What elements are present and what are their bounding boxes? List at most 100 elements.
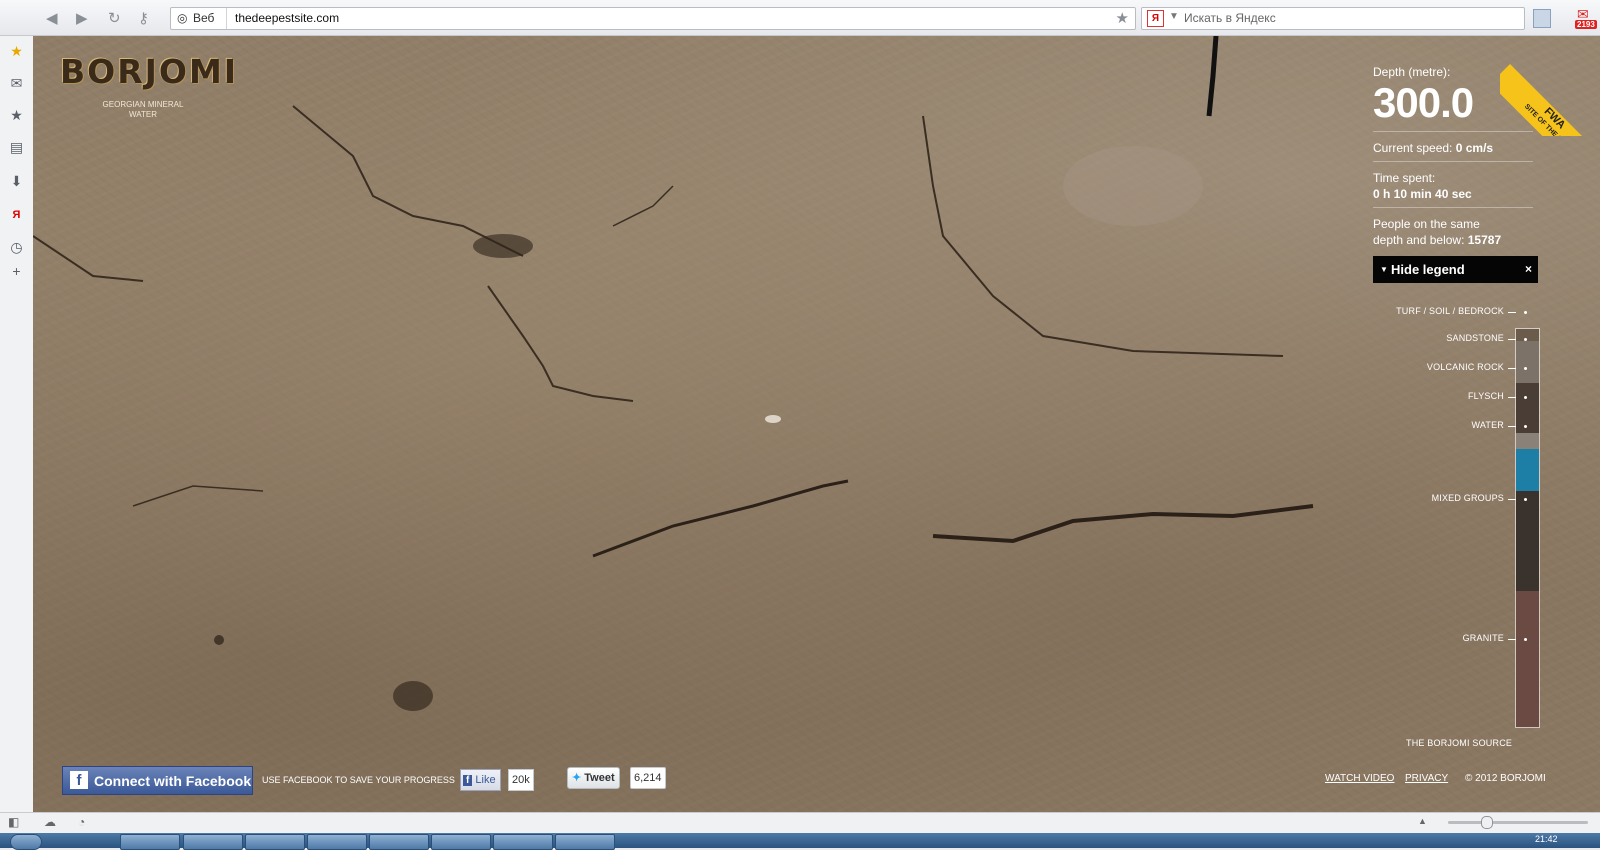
strata-marker (1524, 425, 1527, 428)
browser-sidebar: ★ ✉ ★ ▤ ⬇ Я ◷ + (0, 36, 34, 812)
logo-subtitle: GEORGIAN MINERAL WATER (102, 100, 184, 119)
url-separator (226, 8, 227, 29)
strata-marker (1524, 498, 1527, 501)
tweet-label: Tweet (584, 772, 615, 784)
taskbar-clock: 21:42 (1535, 834, 1558, 844)
strata-layer-water[interactable] (1516, 449, 1539, 491)
address-bar[interactable]: ◎ Веб thedeepestsite.com ★ (170, 7, 1136, 30)
facebook-hint: USE FACEBOOK TO SAVE YOUR PROGRESS (262, 775, 455, 785)
strata-label[interactable]: VOLCANIC ROCK (1427, 362, 1504, 372)
sidebar-toggle-icon[interactable]: ◧ (8, 815, 19, 829)
connect-facebook-button[interactable]: f Connect with Facebook (62, 766, 253, 795)
hide-legend-button[interactable]: ▼ Hide legend × (1373, 256, 1538, 283)
borjomi-source-label: THE BORJOMI SOURCE (1406, 738, 1513, 748)
strata-layer-flysch[interactable] (1516, 433, 1539, 449)
speed-value: 0 cm/s (1455, 141, 1494, 155)
connect-facebook-label: Connect with Facebook (94, 773, 252, 789)
zoom-slider-knob[interactable] (1481, 816, 1493, 829)
key-icon[interactable]: ⚷ (138, 9, 149, 27)
like-count: 20k (508, 769, 534, 791)
strata-label[interactable]: TURF / SOIL / BEDROCK (1396, 306, 1504, 316)
strata-tick (1508, 639, 1516, 640)
strata-label[interactable]: FLYSCH (1468, 391, 1504, 401)
strata-marker (1524, 367, 1527, 370)
strata-layer-turf-soil-bedrock[interactable] (1516, 329, 1539, 341)
strata-tick (1508, 499, 1516, 500)
tweet-button[interactable]: ✦ Tweet (567, 767, 620, 789)
strata-layer-granite[interactable] (1516, 591, 1539, 727)
add-icon[interactable]: + (9, 264, 24, 279)
time-label: Time spent: (1373, 171, 1436, 185)
borjomi-logo[interactable]: BORJOMI (60, 52, 238, 91)
rock-texture (33, 36, 1314, 711)
depth-value: 300.0 (1373, 79, 1474, 126)
strata-marker (1524, 638, 1527, 641)
chevron-down-icon[interactable]: ▼ (1169, 11, 1179, 22)
depth-label: Depth (metre): (1373, 65, 1451, 79)
twitter-bird-icon: ✦ (572, 772, 582, 784)
strata-column[interactable] (1515, 328, 1540, 728)
strata-label[interactable]: SANDSTONE (1446, 333, 1504, 343)
close-icon[interactable]: × (1525, 256, 1532, 283)
time-value: 0 h 10 min 40 sec (1373, 187, 1472, 201)
strata-marker (1524, 311, 1527, 314)
browser-status-bar: ◧ ☁ ◔ ▲ (0, 812, 1600, 833)
windows-taskbar: 21:42 (0, 833, 1600, 850)
site-viewport: BORJOMI GEORGIAN MINERAL WATER FWA SITE … (33, 36, 1600, 812)
strata-layer-mixed-groups[interactable] (1516, 491, 1539, 591)
facebook-icon: f (70, 771, 88, 789)
people-label-line2: depth and below: (1373, 233, 1465, 247)
star-icon[interactable]: ★ (9, 44, 24, 59)
copyright: © 2012 BORJOMI (1465, 773, 1546, 784)
strata-tick (1508, 312, 1516, 313)
back-icon[interactable]: ◀ (46, 9, 58, 27)
speed-row: Current speed: 0 cm/s (1373, 140, 1538, 156)
speed-label: Current speed: (1373, 141, 1453, 155)
privacy-link[interactable]: PRIVACY (1405, 773, 1448, 784)
bookmark-star-icon[interactable]: ★ (9, 108, 24, 123)
strata-label[interactable]: MIXED GROUPS (1432, 493, 1504, 503)
divider (1373, 161, 1533, 162)
speedometer-icon[interactable]: ◔ (78, 815, 85, 829)
strata-tick (1508, 426, 1516, 427)
reload-icon[interactable]: ↻ (108, 9, 121, 27)
scroll-up-icon[interactable]: ▲ (1418, 816, 1427, 826)
hide-legend-label: Hide legend (1391, 262, 1465, 277)
divider (1373, 131, 1533, 132)
mail-count-badge: 2193 (1575, 20, 1597, 29)
yandex-logo-icon[interactable]: Я (1147, 10, 1164, 27)
browser-toolbar: ◀ ▶ ↻ ⚷ ◎ Веб thedeepestsite.com ★ Я ▼ И… (0, 0, 1600, 36)
watch-video-link[interactable]: WATCH VIDEO (1325, 773, 1394, 784)
people-label-line1: People on the same (1373, 217, 1480, 231)
history-icon[interactable]: ◷ (9, 240, 24, 255)
strata-marker (1524, 338, 1527, 341)
mail-icon[interactable]: ✉ (9, 76, 24, 91)
globe-icon: ◎ (177, 11, 188, 25)
people-row: depth and below: 15787 (1373, 232, 1538, 248)
people-value: 15787 (1467, 233, 1502, 247)
cloud-icon[interactable]: ☁ (44, 815, 56, 829)
facebook-like-button[interactable]: f Like (460, 769, 501, 791)
strata-layer-volcanic-rock[interactable] (1516, 383, 1539, 433)
search-bar[interactable]: Я ▼ Искать в Яндекс (1141, 7, 1525, 30)
strata-label[interactable]: GRANITE (1463, 633, 1504, 643)
facebook-icon: f (463, 775, 473, 786)
note-icon[interactable]: ▤ (9, 140, 24, 155)
bookmark-star-icon[interactable]: ★ (1116, 9, 1129, 27)
strata-label[interactable]: WATER (1472, 420, 1505, 430)
depth-panel: Depth (metre): 300.0 Current speed: 0 cm… (1373, 56, 1538, 248)
strata-layer-sandstone[interactable] (1516, 341, 1539, 383)
download-icon[interactable]: ⬇ (9, 174, 24, 189)
page-menu-icon[interactable] (1533, 9, 1551, 28)
like-label: Like (475, 774, 496, 786)
url-text[interactable]: thedeepestsite.com (235, 11, 339, 25)
yandex-icon[interactable]: Я (9, 208, 24, 223)
search-input[interactable]: Искать в Яндекс (1184, 11, 1276, 25)
strata-marker (1524, 396, 1527, 399)
strata-tick (1508, 368, 1516, 369)
divider (1373, 207, 1533, 208)
strata-tick (1508, 397, 1516, 398)
forward-icon[interactable]: ▶ (76, 9, 88, 27)
zoom-slider-track[interactable] (1448, 821, 1588, 824)
caret-down-icon: ▼ (1380, 265, 1388, 274)
